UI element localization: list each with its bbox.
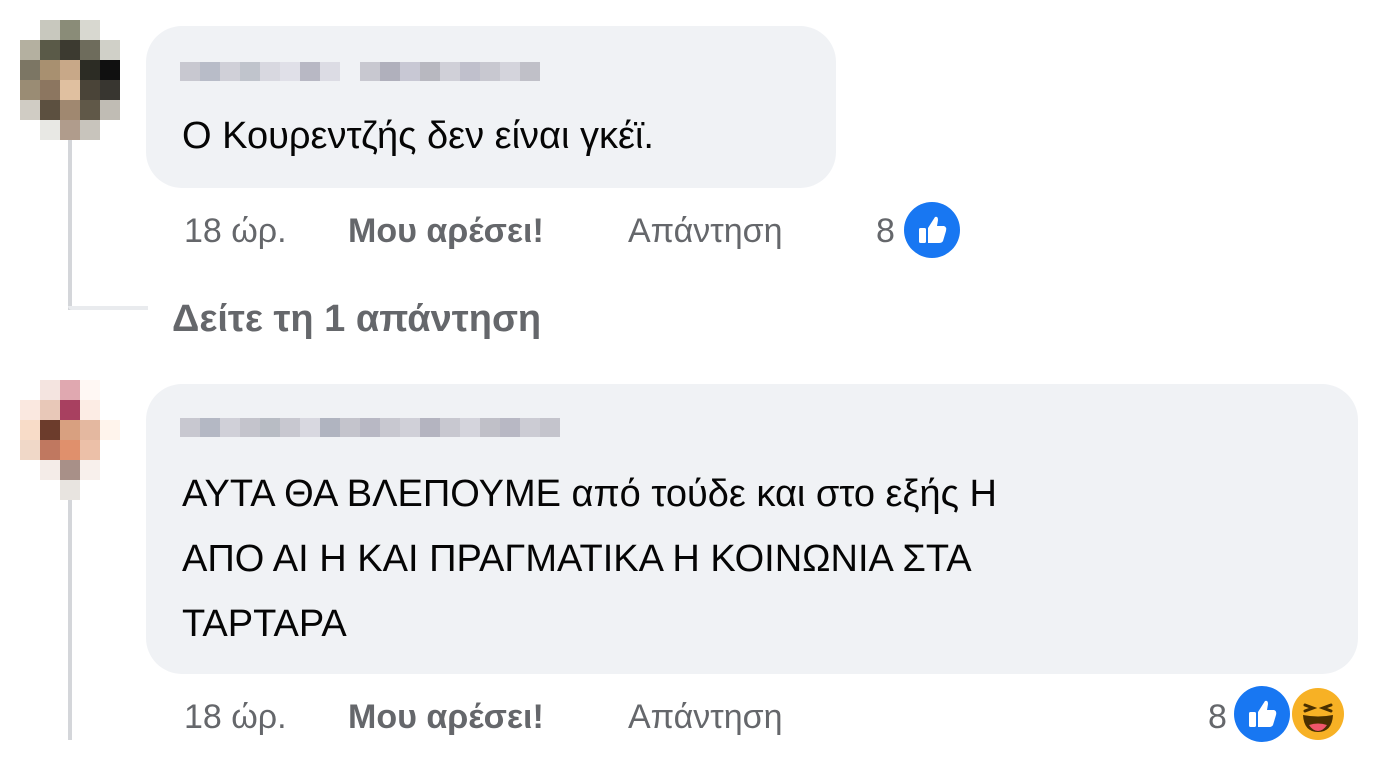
like-button[interactable]: Μου αρέσει! <box>348 698 544 737</box>
like-icon[interactable] <box>904 202 960 258</box>
like-button[interactable]: Μου αρέσει! <box>348 212 544 251</box>
reply-button[interactable]: Απάντηση <box>628 212 783 251</box>
view-replies-link[interactable]: Δείτε τη 1 απάντηση <box>172 298 541 341</box>
comment-actions: 18 ώρ. Μου αρέσει! Απάντηση 8 <box>184 686 1364 744</box>
comment-text-line: ΑΥΤΑ ΘΑ ΒΛΕΠΟΥΜΕ από τούδε και στο εξής … <box>182 473 997 515</box>
author-name[interactable] <box>180 62 540 100</box>
thread-connector <box>68 306 148 310</box>
comment-text: Ο Κουρεντζής δεν είναι γκέϊ. <box>182 115 654 157</box>
timestamp-link[interactable]: 18 ώρ. <box>184 698 287 737</box>
timestamp-link[interactable]: 18 ώρ. <box>184 212 287 251</box>
reaction-count[interactable]: 8 <box>876 212 895 251</box>
reaction-count[interactable]: 8 <box>1208 698 1227 737</box>
comment-bubble: ΑΥΤΑ ΘΑ ΒΛΕΠΟΥΜΕ από τούδε και στο εξής … <box>146 384 1358 674</box>
reply-button[interactable]: Απάντηση <box>628 698 783 737</box>
haha-icon[interactable] <box>1292 688 1344 740</box>
avatar[interactable] <box>20 380 120 500</box>
comment-bubble: Ο Κουρεντζής δεν είναι γκέϊ. <box>146 26 836 188</box>
comment-actions: 18 ώρ. Μου αρέσει! Απάντηση 8 <box>184 202 984 258</box>
thread-line <box>68 500 72 740</box>
author-name[interactable] <box>180 418 560 456</box>
comment-text-line: ΤΑΡΤΑΡΑ <box>182 603 347 645</box>
avatar[interactable] <box>20 20 120 140</box>
thread-line <box>68 140 72 310</box>
comment-text-line: ΑΠΟ ΑΙ Η ΚΑΙ ΠΡΑΓΜΑΤΙΚΑ Η ΚΟΙΝΩΝΙΑ ΣΤΑ <box>182 538 972 580</box>
like-icon[interactable] <box>1234 686 1290 742</box>
